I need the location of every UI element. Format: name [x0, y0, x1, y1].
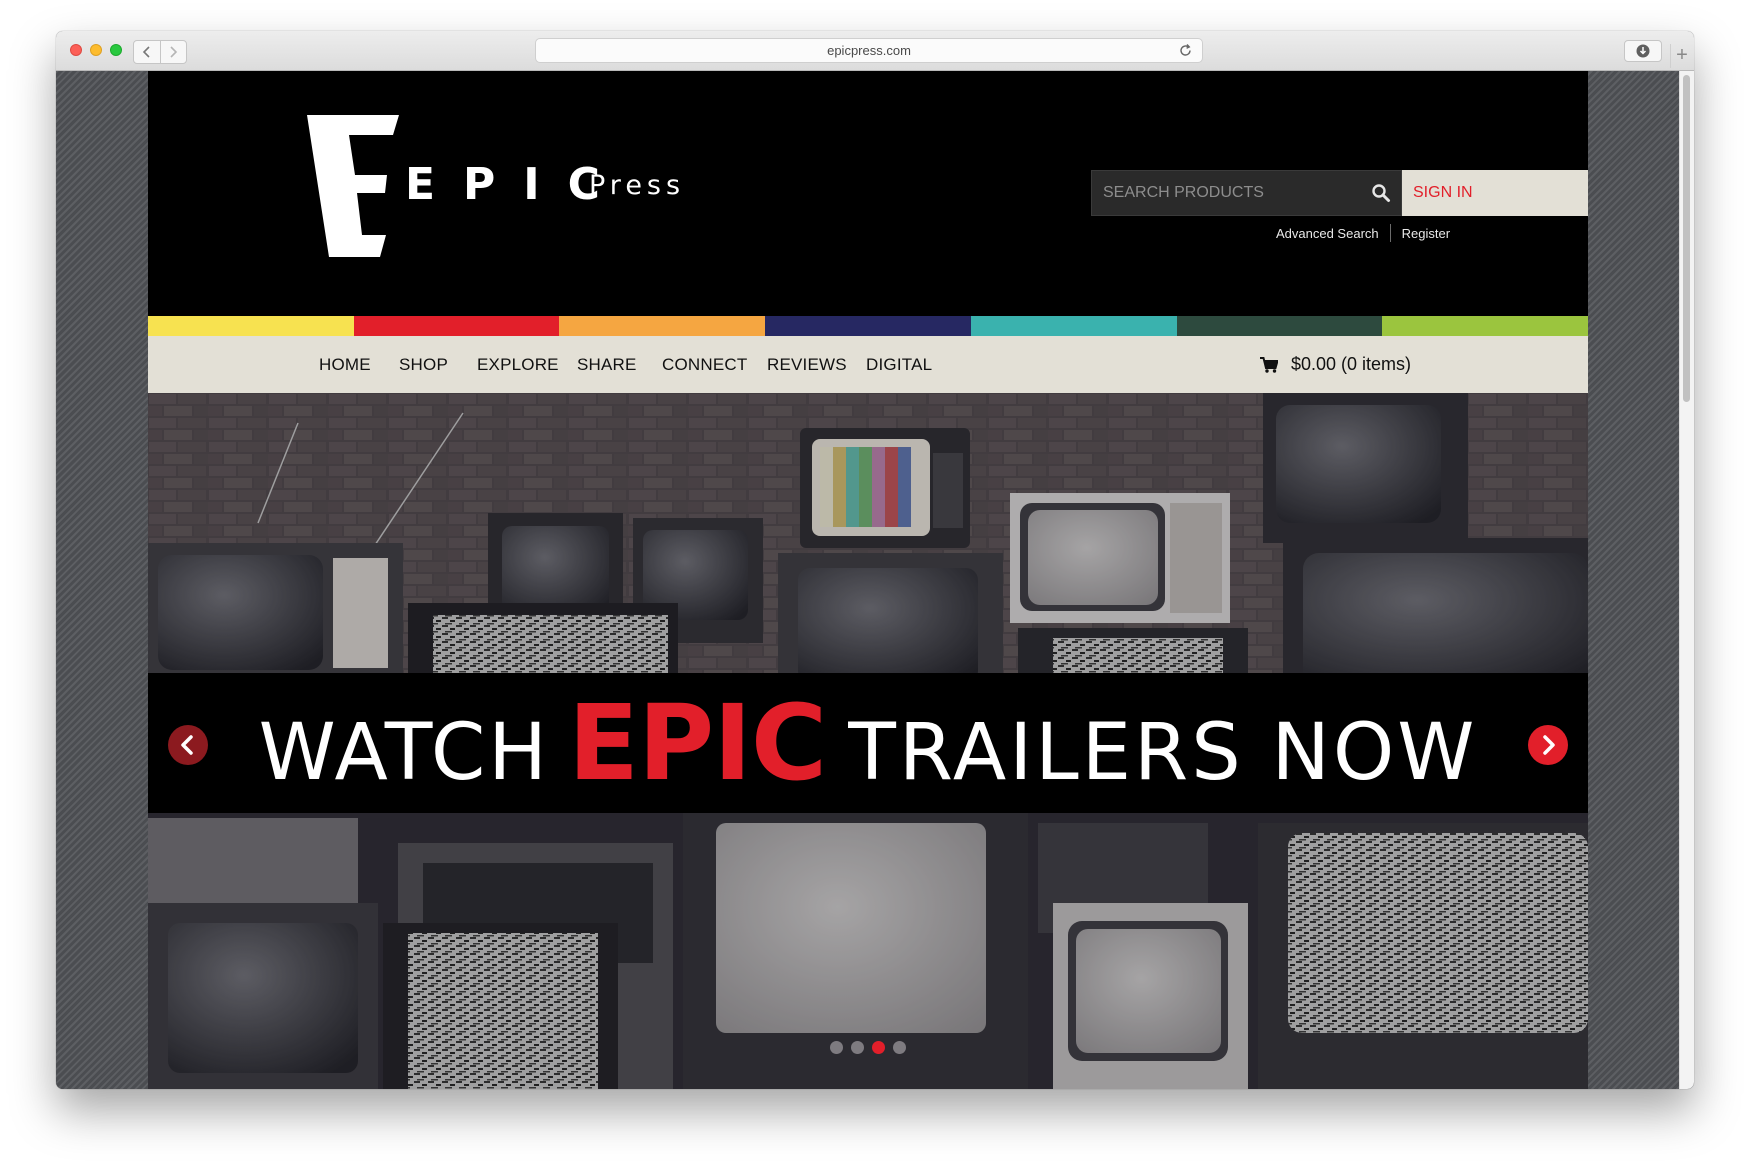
minimize-window-button[interactable] — [90, 44, 102, 56]
color-stripe-4 — [765, 316, 971, 336]
color-stripe-7 — [1382, 316, 1588, 336]
scrollbar-thumb[interactable] — [1683, 75, 1690, 402]
slider-next-button[interactable] — [1528, 725, 1568, 765]
logo-e-mark — [307, 115, 399, 257]
address-bar[interactable]: epicpress.com — [535, 38, 1203, 63]
web-page: EPIC Press SIGN IN Advanced Search Regis… — [148, 71, 1588, 1089]
site-header: EPIC Press SIGN IN Advanced Search Regis… — [148, 71, 1588, 316]
search-box — [1091, 170, 1402, 216]
arrow-left-icon — [181, 735, 193, 755]
main-navigation: HOME SHOP EXPLORE SHARE CONNECT REVIEWS … — [148, 336, 1588, 393]
nav-item-shop[interactable]: SHOP — [399, 336, 448, 393]
epic-press-logo[interactable]: EPIC Press — [307, 115, 727, 275]
reload-icon[interactable] — [1177, 42, 1194, 59]
search-input[interactable] — [1092, 171, 1352, 215]
nav-item-home[interactable]: HOME — [319, 336, 371, 393]
slider-dot-1[interactable] — [830, 1041, 843, 1054]
slider-prev-button[interactable] — [168, 725, 208, 765]
back-button[interactable] — [134, 41, 160, 63]
brand-color-stripes — [148, 316, 1588, 336]
color-stripe-2 — [353, 316, 560, 336]
hero-slider: WATCH EPIC TRAILERS NOW — [148, 393, 1588, 1089]
headline-trailers-now: TRAILERS NOW — [848, 708, 1478, 798]
chevron-left-icon — [142, 46, 150, 58]
arrow-right-icon — [1543, 735, 1555, 755]
close-window-button[interactable] — [70, 44, 82, 56]
slider-dot-4[interactable] — [893, 1041, 906, 1054]
advanced-search-link[interactable]: Advanced Search — [1276, 226, 1379, 241]
nav-item-share[interactable]: SHARE — [577, 336, 637, 393]
forward-button[interactable] — [159, 41, 187, 63]
new-tab-button[interactable]: + — [1670, 44, 1693, 68]
url-text: epicpress.com — [827, 43, 911, 58]
nav-item-reviews[interactable]: REVIEWS — [767, 336, 847, 393]
color-stripe-5 — [970, 316, 1177, 336]
link-divider — [1389, 224, 1391, 242]
chevron-right-icon — [170, 46, 178, 58]
slider-pagination — [830, 1041, 914, 1054]
logo-press-text: Press — [589, 170, 685, 201]
browser-viewport: EPIC Press SIGN IN Advanced Search Regis… — [56, 71, 1694, 1089]
history-nav-buttons — [133, 40, 187, 64]
slider-dot-2[interactable] — [851, 1041, 864, 1054]
cart-total-label: $0.00 (0 items) — [1291, 354, 1412, 374]
nav-item-explore[interactable]: EXPLORE — [477, 336, 559, 393]
page-scrollbar[interactable] — [1679, 71, 1694, 1089]
maximize-window-button[interactable] — [110, 44, 122, 56]
hero-headline: WATCH EPIC TRAILERS NOW — [148, 673, 1588, 813]
headline-watch: WATCH — [258, 708, 550, 798]
hero-banner: WATCH EPIC TRAILERS NOW — [148, 673, 1588, 813]
register-link[interactable]: Register — [1402, 226, 1450, 241]
download-icon — [1636, 44, 1650, 58]
nav-item-digital[interactable]: DIGITAL — [866, 336, 932, 393]
color-stripe-6 — [1176, 316, 1383, 336]
color-stripe-3 — [559, 316, 766, 336]
cart-icon — [1260, 356, 1278, 373]
browser-titlebar: epicpress.com + — [56, 31, 1694, 71]
downloads-button[interactable] — [1624, 40, 1662, 62]
nav-item-connect[interactable]: CONNECT — [662, 336, 747, 393]
account-links: Advanced Search Register — [1276, 224, 1450, 242]
plus-icon: + — [1676, 44, 1688, 66]
headline-epic: EPIC — [567, 682, 827, 804]
cart-summary[interactable]: $0.00 (0 items) — [1260, 336, 1411, 393]
sign-in-button[interactable]: SIGN IN — [1402, 170, 1588, 216]
color-stripe-1 — [148, 316, 354, 336]
browser-window: epicpress.com + EPIC Press SEARCH PRODUC… — [56, 31, 1694, 1089]
slider-dot-3[interactable] — [872, 1041, 885, 1054]
search-icon[interactable] — [1371, 183, 1391, 203]
